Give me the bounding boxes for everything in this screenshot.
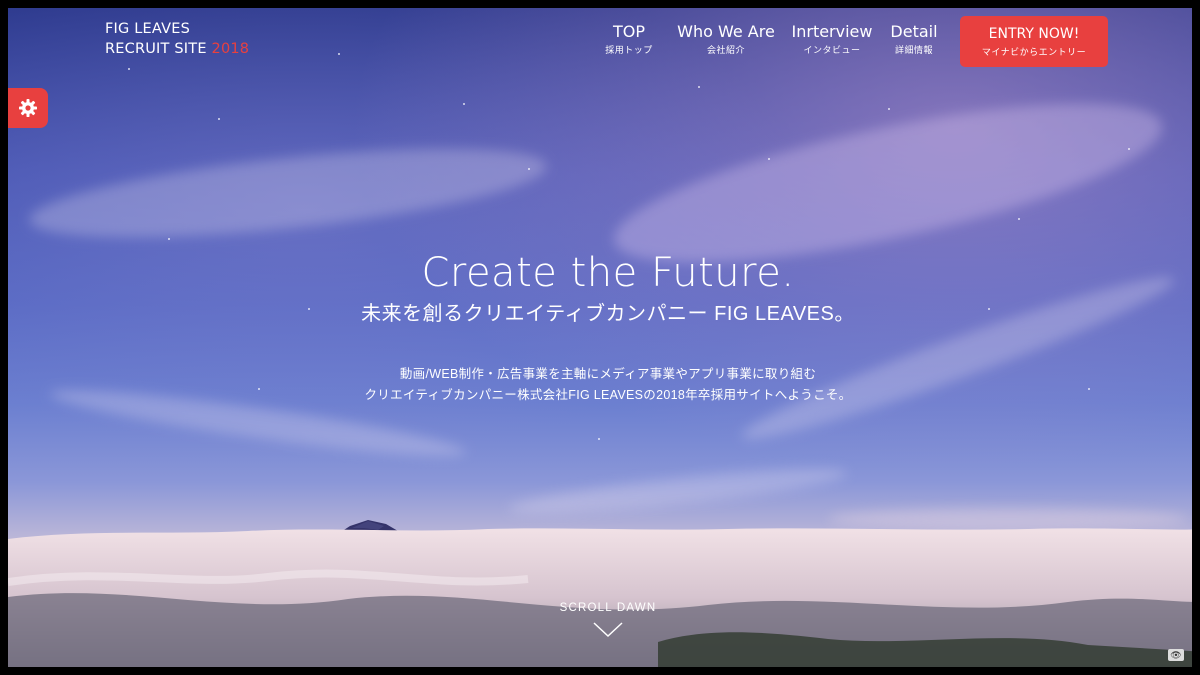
hero-description: 動画/WEB制作・広告事業を主軸にメディア事業やアプリ事業に取り組む クリエイテ… [8, 364, 1192, 406]
nav-item-sublabel: インタビュー [803, 45, 861, 55]
eye-icon[interactable]: 👁 [1168, 649, 1184, 661]
nav-item-detail[interactable]: Detail 詳細情報 [886, 22, 942, 57]
hero-description-line1: 動画/WEB制作・広告事業を主軸にメディア事業やアプリ事業に取り組む [399, 367, 817, 381]
hero-description-line2: クリエイティブカンパニー株式会社FIG LEAVESの2018年卒採用サイトへよ… [364, 388, 852, 402]
page-viewport: FIG LEAVES RECRUIT SITE 2018 TOP 採用トップ W… [0, 0, 1200, 675]
hero-headline: Create the Future. [421, 250, 795, 296]
entry-button-sublabel: マイナビからエントリー [981, 47, 1087, 57]
nav-item-sublabel: 詳細情報 [894, 45, 933, 55]
nav-item-sublabel: 採用トップ [605, 45, 653, 55]
nav-item-label: TOP [612, 22, 645, 41]
settings-tab[interactable] [8, 88, 48, 128]
entry-button-label: ENTRY NOW! [988, 26, 1080, 42]
hero-subhead: 未来を創るクリエイティブカンパニー FIG LEAVES。 [361, 303, 855, 325]
scroll-down-link[interactable]: SCROLL DAWN [508, 600, 708, 638]
nav-item-label: Detail [890, 22, 938, 41]
gear-icon [19, 99, 37, 117]
hero-background [8, 8, 1192, 667]
nav-item-top[interactable]: TOP 採用トップ [602, 22, 656, 57]
scroll-down-label: SCROLL DAWN [559, 602, 657, 614]
entry-now-button[interactable]: ENTRY NOW! マイナビからエントリー [960, 16, 1108, 67]
nav-item-label: Inrterview [791, 22, 873, 41]
nav-item-sublabel: 会社紹介 [706, 45, 745, 55]
cloud-sea [8, 528, 1192, 667]
nav-item-interview[interactable]: Inrterview インタビュー [790, 22, 874, 57]
nav-item-who-we-are[interactable]: Who We Are 会社紹介 [676, 22, 776, 57]
chevron-down-icon [593, 622, 623, 638]
nav-item-label: Who We Are [677, 22, 775, 41]
